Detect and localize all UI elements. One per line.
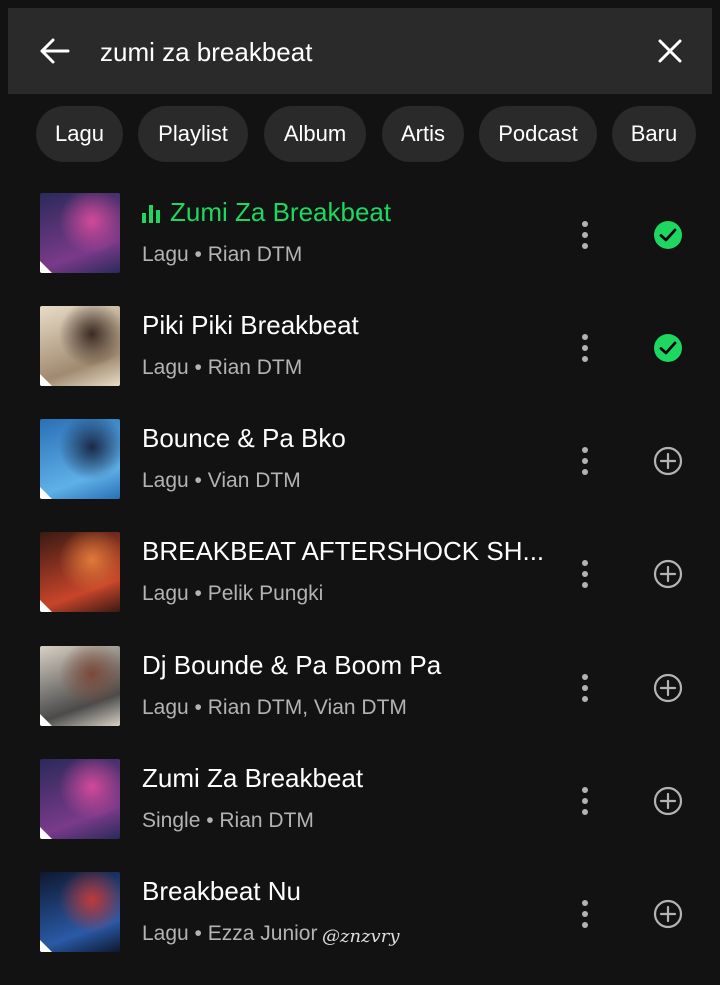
song-row[interactable]: Zumi Za Breakbeat Single • Rian DTM [0, 759, 720, 872]
check-circle-icon [654, 334, 682, 362]
more-vertical-icon [582, 674, 588, 702]
added-to-library-button[interactable] [652, 332, 684, 364]
album-cover [40, 532, 120, 612]
more-vertical-icon [582, 900, 588, 928]
search-input[interactable] [92, 32, 668, 72]
more-options-button[interactable] [570, 781, 600, 821]
filter-chip-lagu[interactable]: Lagu [36, 106, 123, 162]
more-options-button[interactable] [570, 668, 600, 708]
song-title: Breakbeat Nu [142, 876, 552, 907]
add-circle-icon [653, 559, 683, 589]
arrow-left-icon [40, 38, 70, 64]
song-row[interactable]: Bounce & Pa Bko Lagu • Vian DTM [0, 419, 720, 532]
check-circle-icon [654, 221, 682, 249]
add-to-library-button[interactable] [652, 445, 684, 477]
song-title-text: Dj Bounde & Pa Boom Pa [142, 650, 442, 680]
more-options-button[interactable] [570, 894, 600, 934]
add-circle-icon [653, 899, 683, 929]
filter-chip-album[interactable]: Album [264, 106, 366, 162]
more-vertical-icon [582, 787, 588, 815]
more-vertical-icon [582, 560, 588, 588]
song-row[interactable]: BREAKBEAT AFTERSHOCK SH... Lagu • Pelik P… [0, 532, 720, 645]
song-title: BREAKBEAT AFTERSHOCK SH... [142, 536, 552, 567]
filter-chip-baru[interactable]: Baru [612, 106, 696, 162]
clear-search-button[interactable] [652, 33, 688, 69]
song-subtitle: Lagu • Pelik Pungki [142, 582, 324, 605]
add-to-library-button[interactable] [652, 898, 684, 930]
more-vertical-icon [582, 334, 588, 362]
add-to-library-button[interactable] [652, 558, 684, 590]
song-subtitle: Lagu • Rian DTM, Vian DTM [142, 696, 407, 719]
song-row[interactable]: Dj Bounde & Pa Boom Pa Lagu • Rian DTM, V… [0, 646, 720, 759]
song-title-text: Zumi Za Breakbeat [142, 763, 364, 793]
song-title: Zumi Za Breakbeat [142, 763, 552, 794]
song-subtitle: Lagu • Rian DTM [142, 356, 303, 379]
close-icon [658, 39, 682, 63]
watermark: @znzvry [322, 926, 400, 947]
song-title-text: Bounce & Pa Bko [142, 423, 346, 453]
add-to-library-button[interactable] [652, 672, 684, 704]
more-vertical-icon [582, 221, 588, 249]
more-options-button[interactable] [570, 328, 600, 368]
add-circle-icon [653, 446, 683, 476]
song-title: Piki Piki Breakbeat [142, 310, 552, 341]
filter-chip-podcast[interactable]: Podcast [479, 106, 597, 162]
filter-chip-artis[interactable]: Artis [382, 106, 464, 162]
added-to-library-button[interactable] [652, 219, 684, 251]
search-bar [8, 8, 712, 94]
song-title-text: Piki Piki Breakbeat [142, 310, 359, 340]
song-title-text: Zumi Za Breakbeat [170, 197, 392, 227]
more-options-button[interactable] [570, 215, 600, 255]
filter-chips: Lagu Playlist Album Artis Podcast Baru [0, 106, 720, 164]
song-title-text: Breakbeat Nu [142, 876, 301, 906]
album-cover [40, 646, 120, 726]
song-subtitle: Lagu • Vian DTM [142, 469, 301, 492]
filter-chip-playlist[interactable]: Playlist [138, 106, 248, 162]
album-cover [40, 306, 120, 386]
album-cover [40, 193, 120, 273]
song-row[interactable]: Zumi Za Breakbeat Lagu • Rian DTM [0, 193, 720, 306]
add-to-library-button[interactable] [652, 785, 684, 817]
add-circle-icon [653, 786, 683, 816]
more-vertical-icon [582, 447, 588, 475]
add-circle-icon [653, 673, 683, 703]
song-row[interactable]: Piki Piki Breakbeat Lagu • Rian DTM [0, 306, 720, 419]
album-cover [40, 759, 120, 839]
song-title: Zumi Za Breakbeat [142, 197, 552, 228]
more-options-button[interactable] [570, 554, 600, 594]
album-cover [40, 872, 120, 952]
equalizer-icon [142, 203, 164, 223]
album-cover [40, 419, 120, 499]
song-title: Dj Bounde & Pa Boom Pa [142, 650, 552, 681]
song-title-text: BREAKBEAT AFTERSHOCK SH... [142, 536, 545, 566]
more-options-button[interactable] [570, 441, 600, 481]
song-title: Bounce & Pa Bko [142, 423, 552, 454]
song-subtitle: Single • Rian DTM [142, 809, 314, 832]
back-button[interactable] [36, 35, 72, 67]
song-subtitle: Lagu • Rian DTM [142, 243, 303, 266]
